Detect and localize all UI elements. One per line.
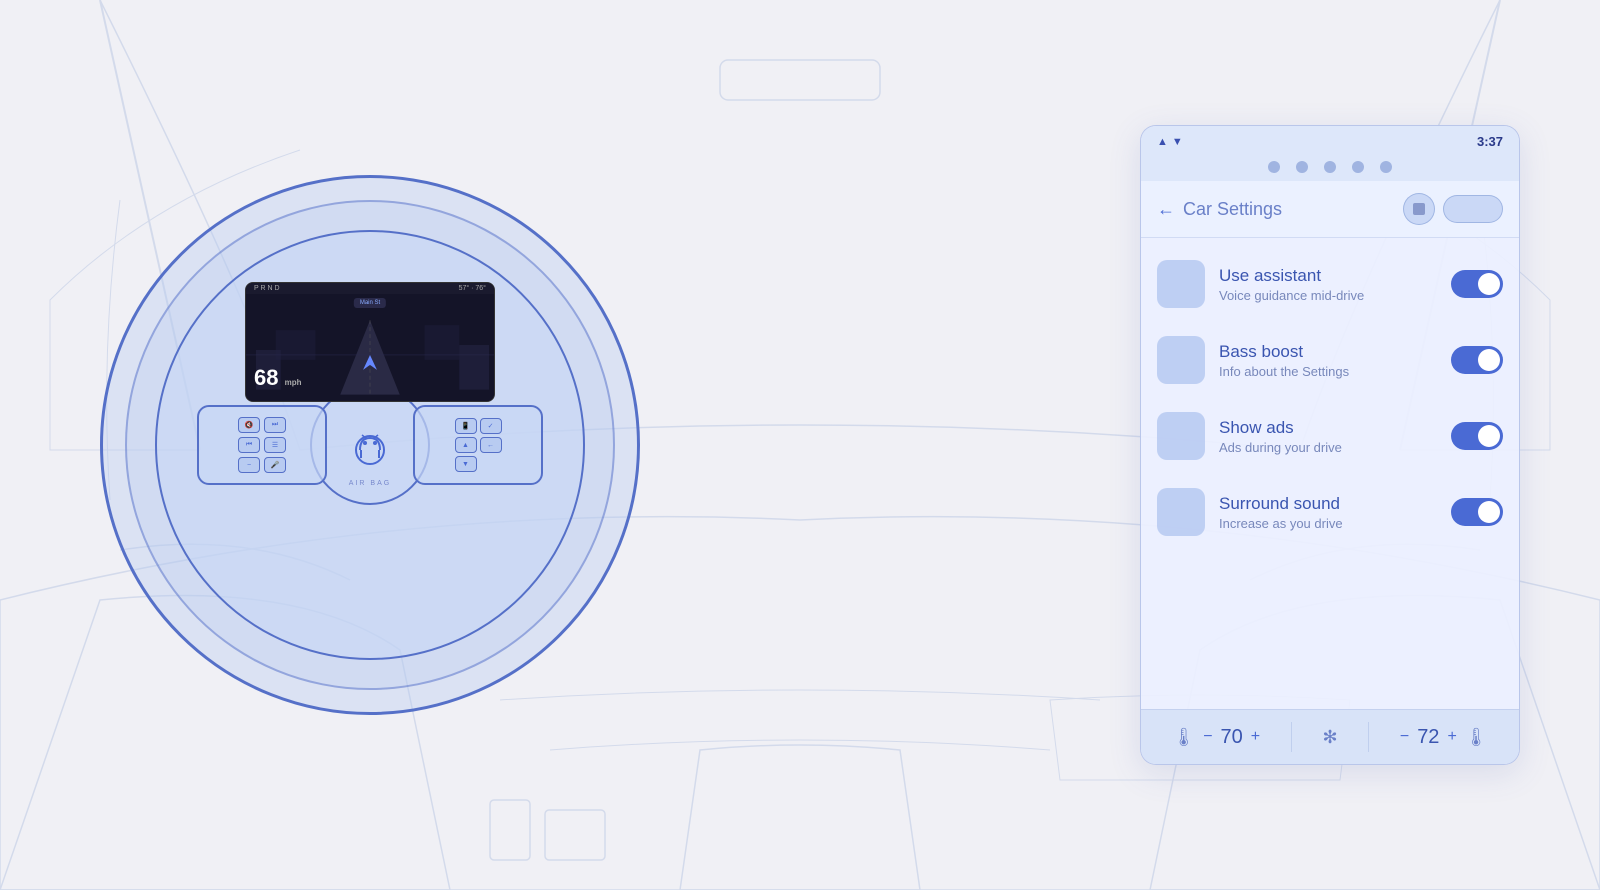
- circle-dot-5: [1380, 161, 1392, 173]
- toggle-knob-surround-sound: [1478, 501, 1500, 523]
- right-temp-plus[interactable]: +: [1447, 728, 1456, 746]
- setting-icon-surround-sound: [1157, 488, 1205, 536]
- setting-item-use-assistant: Use assistant Voice guidance mid-drive: [1141, 246, 1519, 322]
- status-time: 3:37: [1477, 134, 1503, 149]
- setting-subtitle-bass-boost: Info about the Settings: [1219, 364, 1437, 379]
- left-temp-minus[interactable]: −: [1203, 728, 1212, 746]
- destination-label: Main St: [354, 298, 386, 308]
- airbag-label: AIR BAG: [349, 480, 391, 487]
- header-bar: ← Car Settings: [1141, 181, 1519, 238]
- speed-display: 68 mph: [254, 367, 302, 389]
- left-temp-value: 70: [1221, 726, 1243, 749]
- nav-display: P R N D 57° · 76°: [246, 283, 494, 401]
- phone-top-bar: P R N D 57° · 76°: [246, 283, 494, 294]
- setting-text-use-assistant: Use assistant Voice guidance mid-drive: [1219, 266, 1437, 303]
- left-temp-plus[interactable]: +: [1251, 728, 1260, 746]
- prev-track-btn[interactable]: ⏮: [238, 437, 260, 453]
- stop-button[interactable]: [1403, 193, 1435, 225]
- header-pill-button[interactable]: [1443, 195, 1503, 223]
- wheel-hub: AIR BAG: [310, 385, 430, 505]
- setting-item-surround-sound: Surround sound Increase as you drive: [1141, 474, 1519, 550]
- circle-indicators: [1141, 153, 1519, 181]
- right-temp-minus[interactable]: −: [1400, 728, 1409, 746]
- setting-text-surround-sound: Surround sound Increase as you drive: [1219, 494, 1437, 531]
- dashboard-phone-screen: P R N D 57° · 76°: [245, 282, 495, 402]
- setting-title-use-assistant: Use assistant: [1219, 266, 1437, 286]
- right-climate-control: − 72 + 🌡: [1400, 726, 1488, 749]
- status-bar: ▲ ▼ 3:37: [1141, 126, 1519, 153]
- toggle-bass-boost[interactable]: [1451, 346, 1503, 374]
- left-spoke-controls: 🔇 ⏭ ⏮ ☰ − 🎤: [197, 405, 327, 485]
- fan-control: ✻: [1322, 727, 1337, 748]
- speed-unit: mph: [285, 378, 302, 387]
- setting-icon-use-assistant: [1157, 260, 1205, 308]
- phone-map-area: Main St 68 mph: [246, 294, 494, 401]
- steering-area: P R N D 57° · 76°: [80, 120, 660, 770]
- right-button-grid: 📱 ✓ ▲ ← ▼: [449, 412, 508, 478]
- settings-list: Use assistant Voice guidance mid-drive B…: [1141, 238, 1519, 709]
- circle-dot-2: [1296, 161, 1308, 173]
- main-content: P R N D 57° · 76°: [0, 0, 1600, 890]
- left-button-grid: 🔇 ⏭ ⏮ ☰ − 🎤: [232, 411, 292, 479]
- right-temp-value: 72: [1417, 726, 1439, 749]
- setting-subtitle-show-ads: Ads during your drive: [1219, 440, 1437, 455]
- back-wheel-btn[interactable]: ←: [480, 437, 502, 453]
- vol-down-btn[interactable]: −: [238, 457, 260, 473]
- left-seat-heat-icon: 🌡: [1172, 727, 1195, 748]
- toggle-show-ads[interactable]: [1451, 422, 1503, 450]
- header-left: ← Car Settings: [1157, 199, 1282, 220]
- screen-btn[interactable]: 📱: [455, 418, 477, 434]
- setting-title-surround-sound: Surround sound: [1219, 494, 1437, 514]
- setting-title-show-ads: Show ads: [1219, 418, 1437, 438]
- android-icon: [345, 420, 395, 470]
- climate-divider-right: [1368, 722, 1369, 752]
- page-title: Car Settings: [1183, 199, 1282, 220]
- setting-icon-bass-boost: [1157, 336, 1205, 384]
- back-button[interactable]: ←: [1157, 199, 1175, 220]
- menu-btn[interactable]: ☰: [264, 437, 286, 453]
- climate-bar: 🌡 − 70 + ✻ − 72 + 🌡: [1141, 709, 1519, 764]
- status-icons: ▲ ▼: [1157, 136, 1183, 148]
- setting-text-show-ads: Show ads Ads during your drive: [1219, 418, 1437, 455]
- circle-dot-1: [1268, 161, 1280, 173]
- setting-icon-show-ads: [1157, 412, 1205, 460]
- signal-icon: ▲: [1157, 136, 1168, 148]
- up-btn[interactable]: ▲: [455, 437, 477, 453]
- setting-item-show-ads: Show ads Ads during your drive: [1141, 398, 1519, 474]
- climate-divider-left: [1291, 722, 1292, 752]
- circle-dot-4: [1352, 161, 1364, 173]
- wifi-icon: ▼: [1172, 136, 1183, 148]
- circle-dot-3: [1324, 161, 1336, 173]
- toggle-knob-bass-boost: [1478, 349, 1500, 371]
- speed-value: 68: [254, 365, 278, 390]
- mute-btn[interactable]: 🔇: [238, 417, 260, 433]
- check-btn[interactable]: ✓: [480, 418, 502, 434]
- setting-subtitle-use-assistant: Voice guidance mid-drive: [1219, 288, 1437, 303]
- header-right: [1403, 193, 1503, 225]
- right-seat-heat-icon: 🌡: [1465, 727, 1488, 748]
- setting-title-bass-boost: Bass boost: [1219, 342, 1437, 362]
- steering-wheel: P R N D 57° · 76°: [155, 230, 585, 660]
- stop-icon: [1413, 203, 1425, 215]
- down-btn[interactable]: ▼: [455, 456, 477, 472]
- setting-text-bass-boost: Bass boost Info about the Settings: [1219, 342, 1437, 379]
- right-spoke-controls: 📱 ✓ ▲ ← ▼: [413, 405, 543, 485]
- temp-display: 57° · 76°: [459, 285, 486, 292]
- setting-item-bass-boost: Bass boost Info about the Settings: [1141, 322, 1519, 398]
- toggle-surround-sound[interactable]: [1451, 498, 1503, 526]
- fan-icon: ✻: [1322, 727, 1337, 748]
- toggle-use-assistant[interactable]: [1451, 270, 1503, 298]
- settings-panel: ▲ ▼ 3:37 ← Car Settings: [1140, 125, 1520, 765]
- toggle-knob-show-ads: [1478, 425, 1500, 447]
- setting-subtitle-surround-sound: Increase as you drive: [1219, 516, 1437, 531]
- next-track-btn[interactable]: ⏭: [264, 417, 286, 433]
- mic-btn[interactable]: 🎤: [264, 457, 286, 473]
- toggle-knob-use-assistant: [1478, 273, 1500, 295]
- gear-display: P R N D: [254, 285, 280, 292]
- left-climate-control: 🌡 − 70 +: [1172, 726, 1260, 749]
